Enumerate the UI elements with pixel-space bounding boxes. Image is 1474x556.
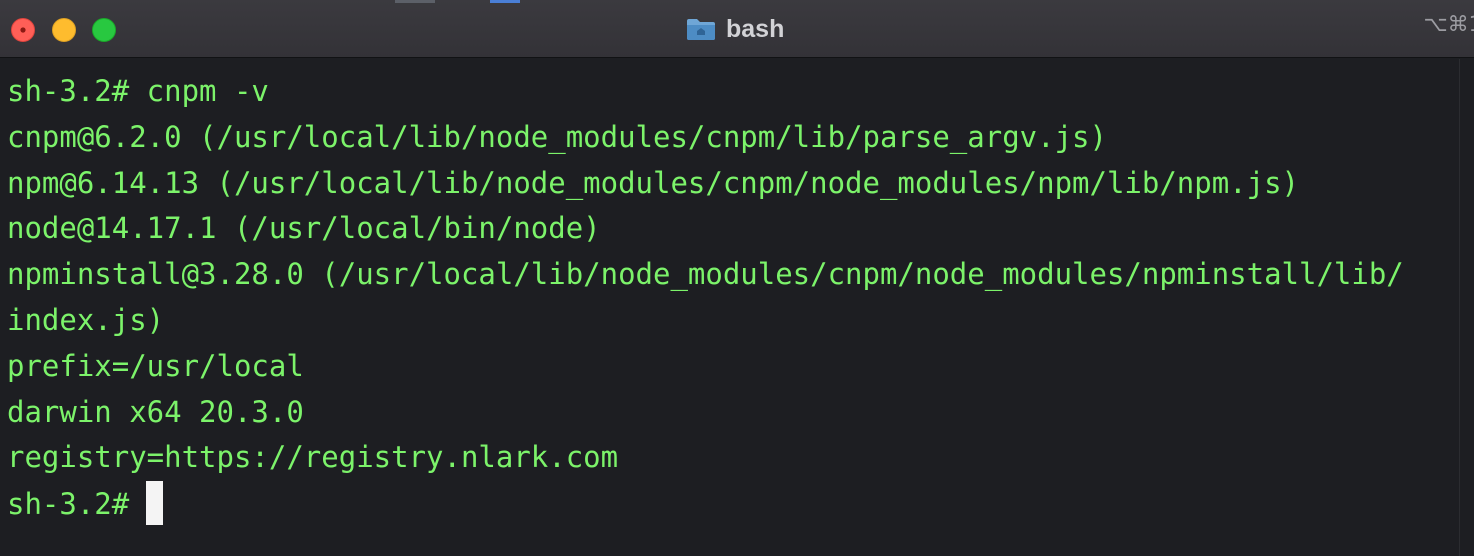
terminal-line: sh-3.2# cnpm -v xyxy=(7,74,269,108)
title-bar[interactable]: bash ⌥⌘1 xyxy=(0,0,1474,58)
terminal-line: darwin x64 20.3.0 xyxy=(7,394,304,429)
text-cursor xyxy=(146,481,164,526)
prompt-line[interactable]: sh-3.2# xyxy=(7,481,1460,527)
scrollbar[interactable] xyxy=(1459,59,1474,556)
terminal-line: node@14.17.1 (/usr/local/bin/node) xyxy=(7,211,601,246)
close-button[interactable] xyxy=(11,18,35,42)
terminal-line: prefix=/usr/local xyxy=(7,348,304,383)
terminal-line: cnpm@6.2.0 (/usr/local/lib/node_modules/… xyxy=(7,119,1107,154)
prompt-text: sh-3.2# xyxy=(7,487,130,522)
window-shortcut-label: ⌥⌘1 xyxy=(1423,12,1474,36)
terminal-line: npm@6.14.13 (/usr/local/lib/node_modules… xyxy=(7,165,1300,200)
tab-strip-marker xyxy=(490,0,520,3)
zoom-button[interactable] xyxy=(92,18,116,42)
terminal-window: bash ⌥⌘1 sh-3.2# cnpm -v cnpm@6.2.0 (/us… xyxy=(0,0,1474,556)
terminal-line: registry=https://registry.nlark.com xyxy=(7,440,619,475)
tab-strip-marker xyxy=(395,0,435,3)
folder-icon xyxy=(687,19,715,40)
window-title: bash xyxy=(726,14,785,43)
terminal-output[interactable]: sh-3.2# cnpm -v cnpm@6.2.0 (/usr/local/l… xyxy=(0,59,1460,556)
minimize-button[interactable] xyxy=(52,18,76,42)
window-title-group: bash xyxy=(686,13,784,45)
terminal-line: index.js) xyxy=(7,302,165,337)
terminal-line: npminstall@3.28.0 (/usr/local/lib/node_m… xyxy=(7,257,1404,292)
close-icon xyxy=(20,27,26,33)
